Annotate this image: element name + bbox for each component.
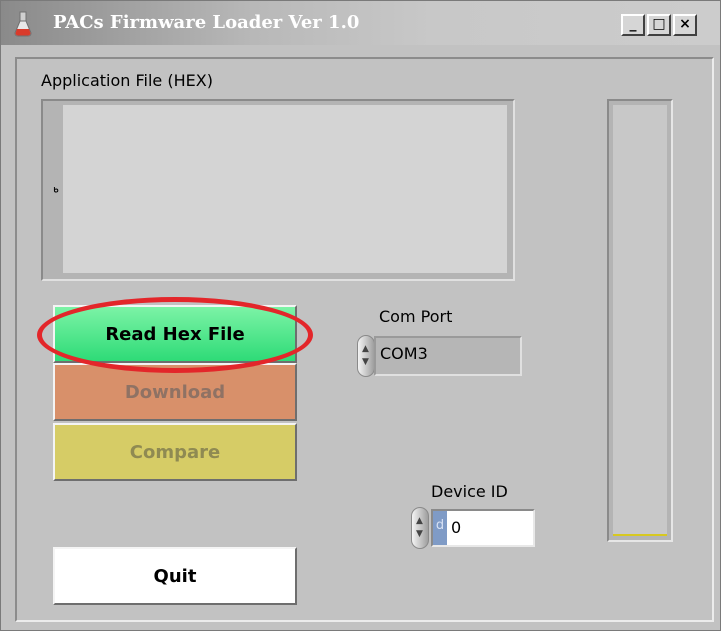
scroll-marker-icon: ᒃ — [53, 185, 59, 201]
flask-icon — [14, 11, 32, 37]
window-title: PACs Firmware Loader Ver 1.0 — [53, 12, 360, 33]
application-file-text-area[interactable] — [63, 105, 507, 273]
close-button[interactable]: × — [673, 14, 697, 36]
quit-button[interactable]: Quit — [53, 547, 297, 605]
title-bar[interactable]: PACs Firmware Loader Ver 1.0 _ □ × — [1, 1, 720, 45]
device-id-value[interactable]: 0 — [451, 518, 461, 537]
compare-button[interactable]: Compare — [53, 423, 297, 481]
spinner-up-icon[interactable]: ▲ — [362, 345, 369, 354]
maximize-button[interactable]: □ — [647, 14, 671, 36]
spinner-up-icon[interactable]: ▲ — [416, 517, 423, 526]
com-port-field[interactable]: COM3 — [374, 336, 522, 376]
radix-indicator[interactable]: d — [433, 511, 447, 545]
app-window: PACs Firmware Loader Ver 1.0 _ □ × Appli… — [0, 0, 721, 631]
read-hex-file-button[interactable]: Read Hex File — [53, 305, 297, 363]
device-id-label: Device ID — [431, 482, 508, 501]
application-file-label: Application File (HEX) — [41, 71, 213, 90]
device-id-spinner[interactable]: ▲ ▼ — [411, 507, 429, 549]
com-port-label: Com Port — [379, 307, 453, 326]
progress-track — [613, 105, 667, 536]
application-file-display[interactable]: ᒃ — [41, 99, 515, 281]
spinner-down-icon[interactable]: ▼ — [416, 530, 423, 539]
spinner-down-icon[interactable]: ▼ — [362, 358, 369, 367]
progress-bar — [607, 99, 673, 542]
minimize-button[interactable]: _ — [621, 14, 645, 36]
progress-fill — [613, 534, 667, 536]
com-port-spinner[interactable]: ▲ ▼ — [357, 335, 375, 377]
download-button[interactable]: Download — [53, 363, 297, 421]
device-id-field[interactable]: d 0 — [431, 509, 535, 547]
